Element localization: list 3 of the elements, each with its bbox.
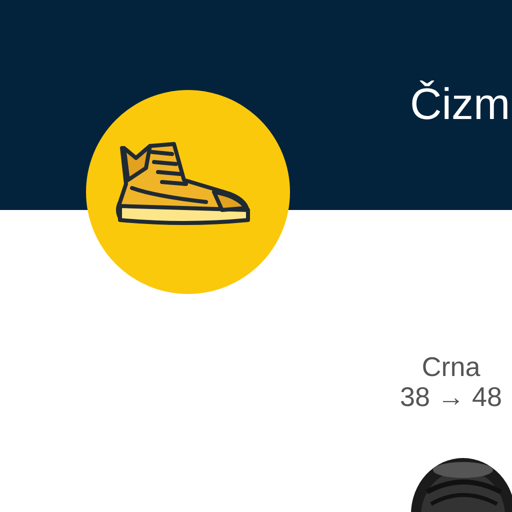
page-title: Čizm — [410, 79, 510, 131]
color-label: Crna — [422, 352, 480, 382]
size-range: 38 → 48 — [400, 382, 502, 412]
